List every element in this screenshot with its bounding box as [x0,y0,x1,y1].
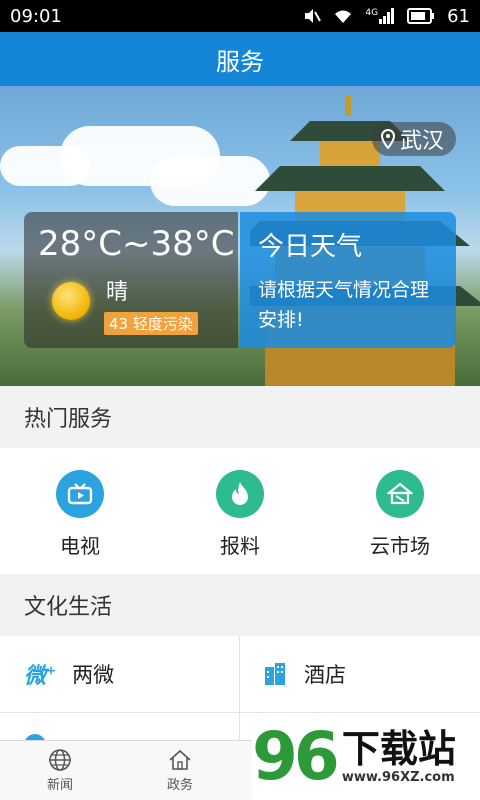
air-quality-badge: 43 轻度污染 [104,312,198,335]
status-bar: 09:01 4G 61 [0,0,480,32]
hot-services-grid: 电视 报料 云市场 [0,448,480,574]
sunny-icon [52,282,90,320]
globe-icon [49,749,71,771]
battery-icon [407,8,435,24]
weibo-weixin-icon: 微+ [24,663,57,689]
watermark-number: 96 [252,718,340,795]
weather-tip-title: 今日天气 [258,232,363,262]
watermark-text: 下载站 www.96XZ.com [341,726,456,786]
location-label: 武汉 [399,129,444,154]
status-icons: 4G 61 [303,6,470,27]
weather-tip-text: 请根据天气情况合理安排! [258,279,430,331]
culture-item-label: 两微 [72,663,115,687]
mute-icon [305,9,322,23]
service-tv[interactable]: 电视 [0,448,160,574]
service-label: 云市场 [370,534,430,558]
tab-label: 新闻 [46,778,73,793]
culture-header: 文化生活 [0,574,480,636]
weather-card[interactable]: 28°C~38°C 晴 43 轻度污染 [24,212,238,348]
culture-item-weibo-weixin[interactable]: 微+ 两微 [24,636,114,712]
watermark-url: www.96XZ.com [341,770,455,786]
tv-icon [56,470,104,518]
service-cloud-market[interactable]: 云市场 [320,448,480,574]
flame-icon [216,470,264,518]
cloud-decoration [0,146,90,186]
location-pin-icon [380,129,395,149]
culture-item-hotel[interactable]: 酒店 [262,636,346,712]
tab-government[interactable]: 政务 [120,741,240,800]
temperature-range: 28°C~38°C [38,224,235,264]
service-report[interactable]: 报料 [160,448,320,574]
status-time: 09:01 [10,5,62,27]
tab-label: 政务 [166,778,193,793]
app-bar: 服务 [0,32,480,86]
watermark-name: 下载站 [341,726,456,771]
culture-item-label: 酒店 [304,663,346,687]
tab-news[interactable]: 新闻 [0,741,120,800]
wifi-icon [335,10,352,23]
page-title: 服务 [216,47,264,76]
weather-tip-card[interactable]: 今日天气 请根据天气情况合理安排! [240,212,456,348]
service-label: 电视 [60,534,100,558]
home-icon [169,749,191,770]
divider [0,712,480,713]
hero-banner: 武汉 28°C~38°C 晴 43 轻度污染 今日天气 请根据天气情况合理安排! [0,86,480,386]
watermark-logo: 96 下载站 www.96XZ.com [252,714,480,800]
market-icon [376,470,424,518]
hotel-icon [265,663,285,685]
battery-level: 61 [447,5,470,27]
section-title: 热门服务 [24,407,113,432]
service-label: 报料 [220,534,260,558]
signal-4g-icon: 4G [365,8,395,24]
location-selector[interactable]: 武汉 [371,122,456,156]
section-title: 文化生活 [24,595,113,620]
weather-condition: 晴 [106,280,129,305]
hot-services-header: 热门服务 [0,386,480,448]
